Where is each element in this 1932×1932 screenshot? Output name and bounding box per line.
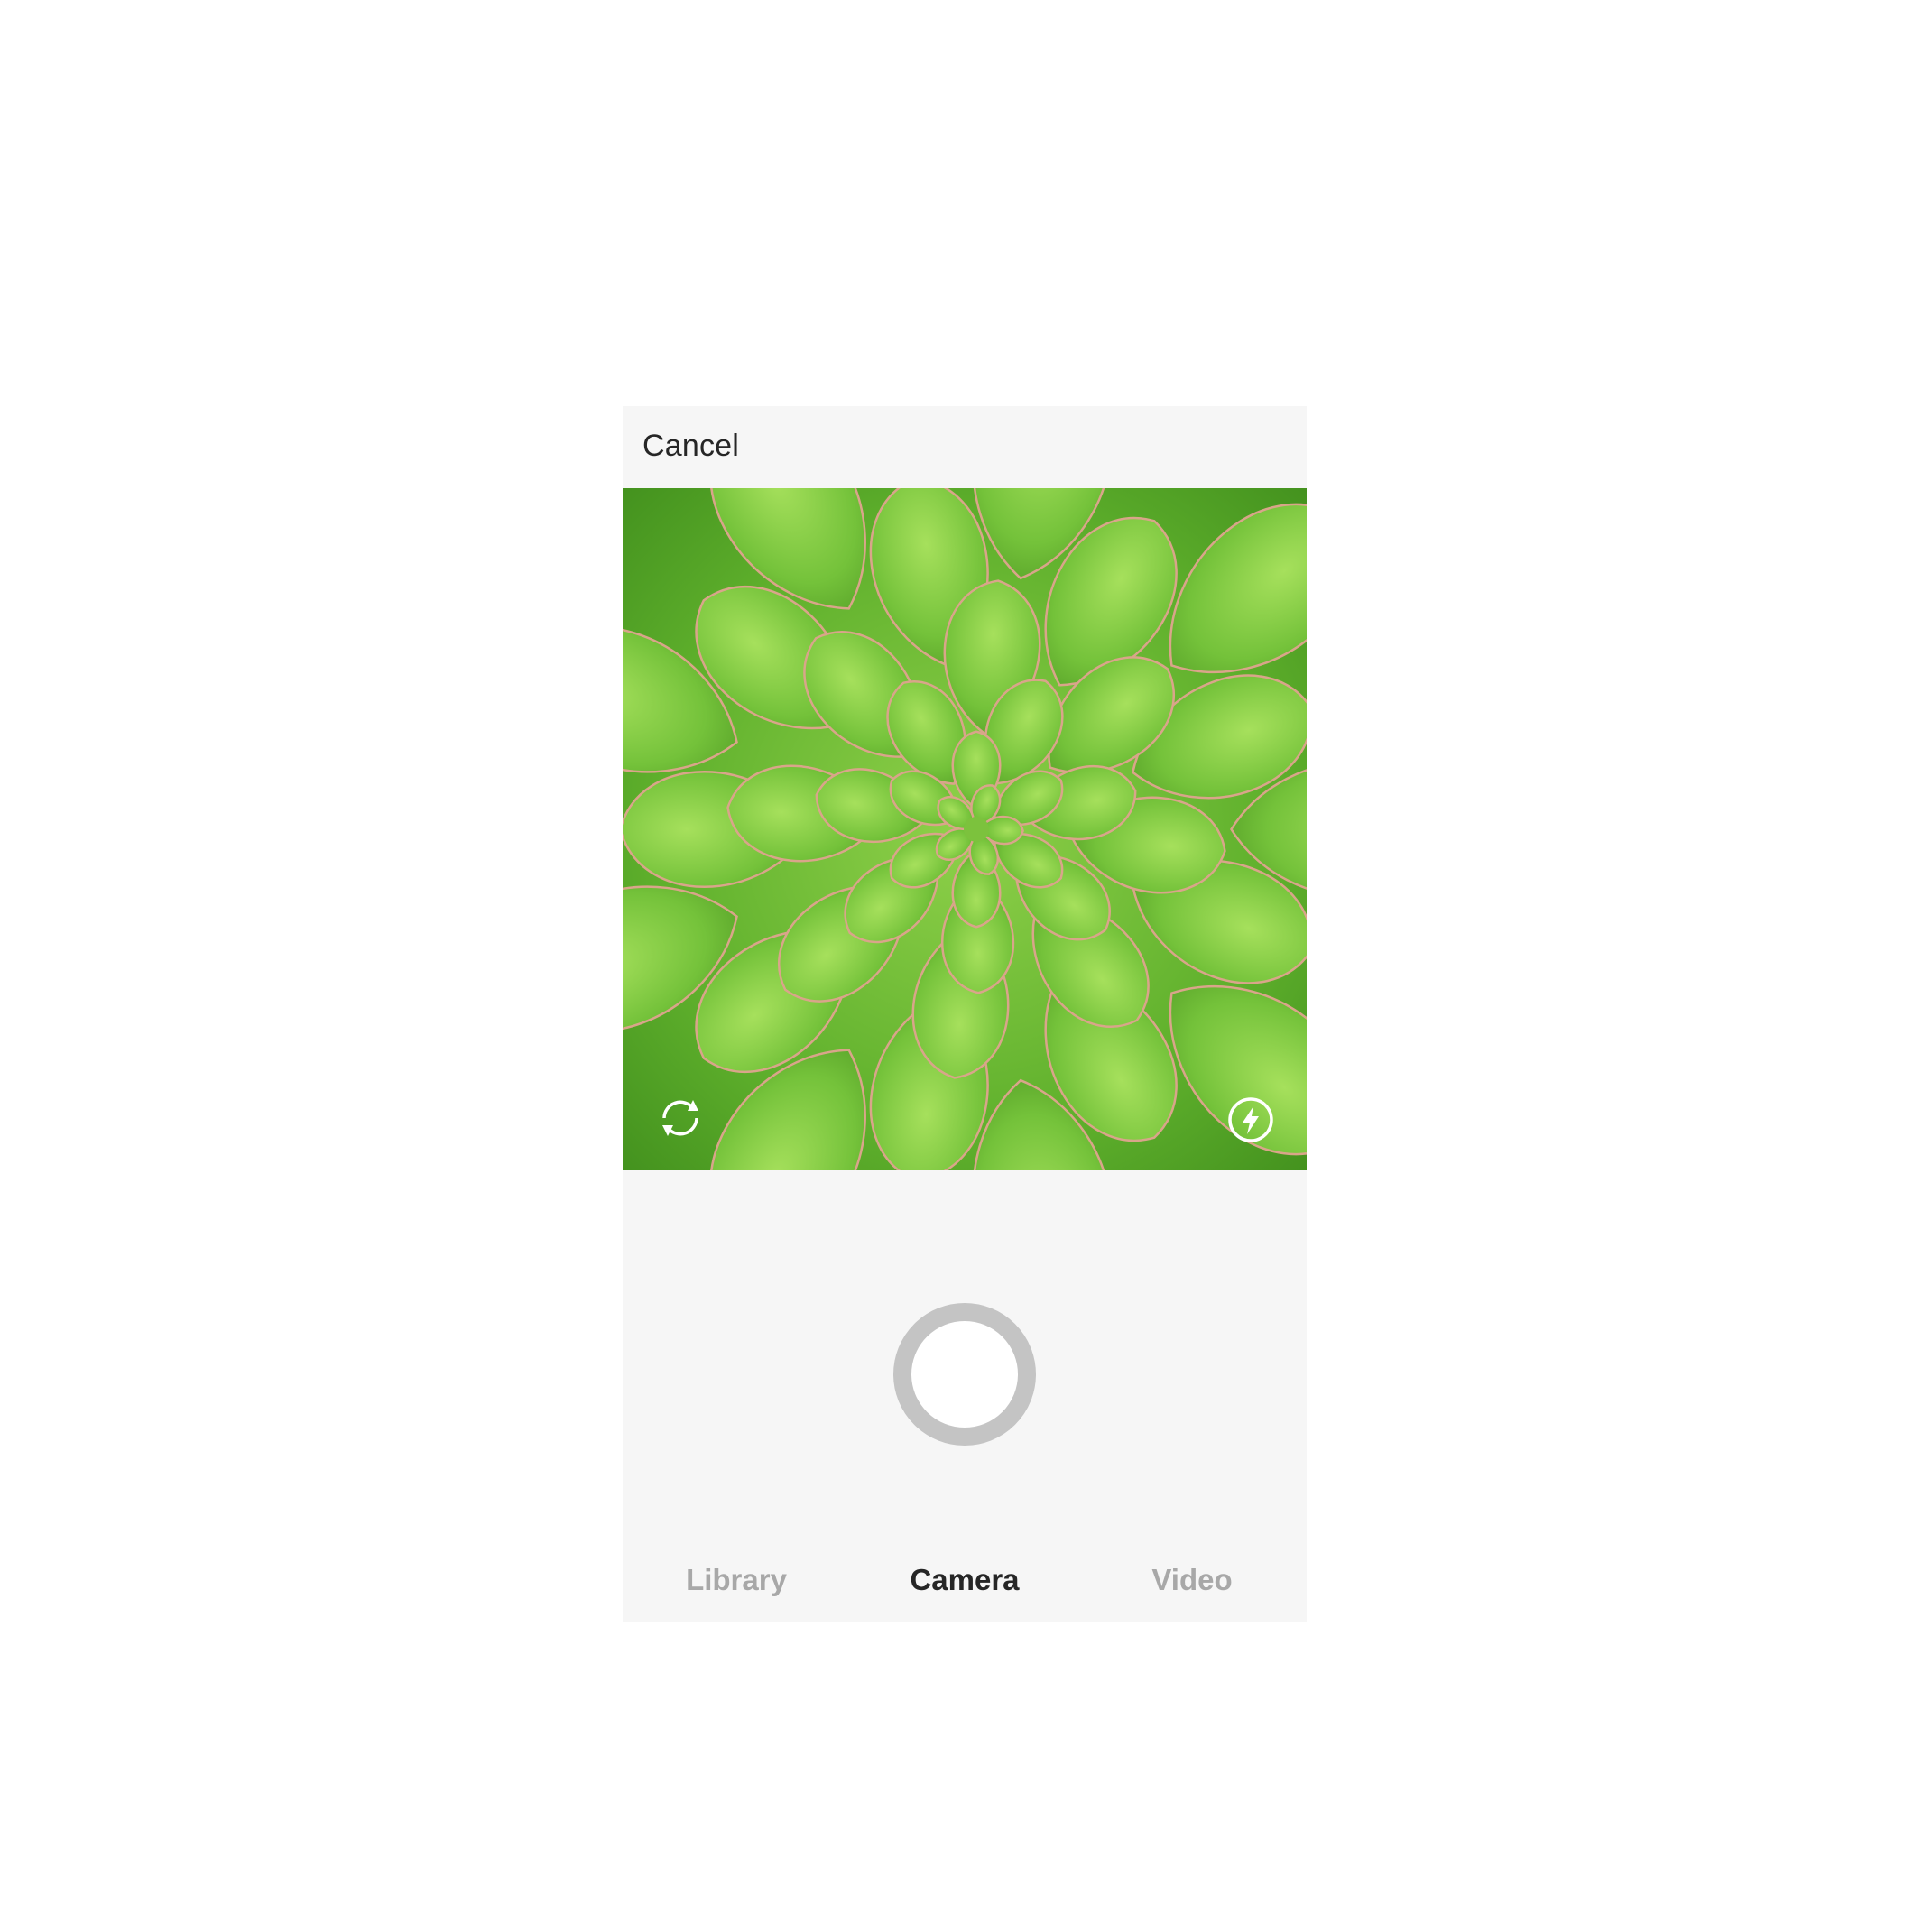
camera-flip-icon[interactable] bbox=[653, 1091, 707, 1145]
camera-screen: Cancel Library Camera Video bbox=[623, 406, 1307, 1622]
cancel-button[interactable]: Cancel bbox=[642, 429, 739, 464]
top-bar: Cancel bbox=[623, 406, 1307, 488]
tab-camera[interactable]: Camera bbox=[874, 1563, 1055, 1597]
flash-icon[interactable] bbox=[1225, 1095, 1276, 1145]
camera-viewfinder[interactable] bbox=[623, 488, 1307, 1170]
succulent-preview-image bbox=[623, 488, 1307, 1170]
shutter-button[interactable] bbox=[893, 1303, 1036, 1446]
mode-tabs: Library Camera Video bbox=[623, 1563, 1307, 1608]
tab-library[interactable]: Library bbox=[646, 1563, 827, 1597]
tab-video[interactable]: Video bbox=[1102, 1563, 1282, 1597]
